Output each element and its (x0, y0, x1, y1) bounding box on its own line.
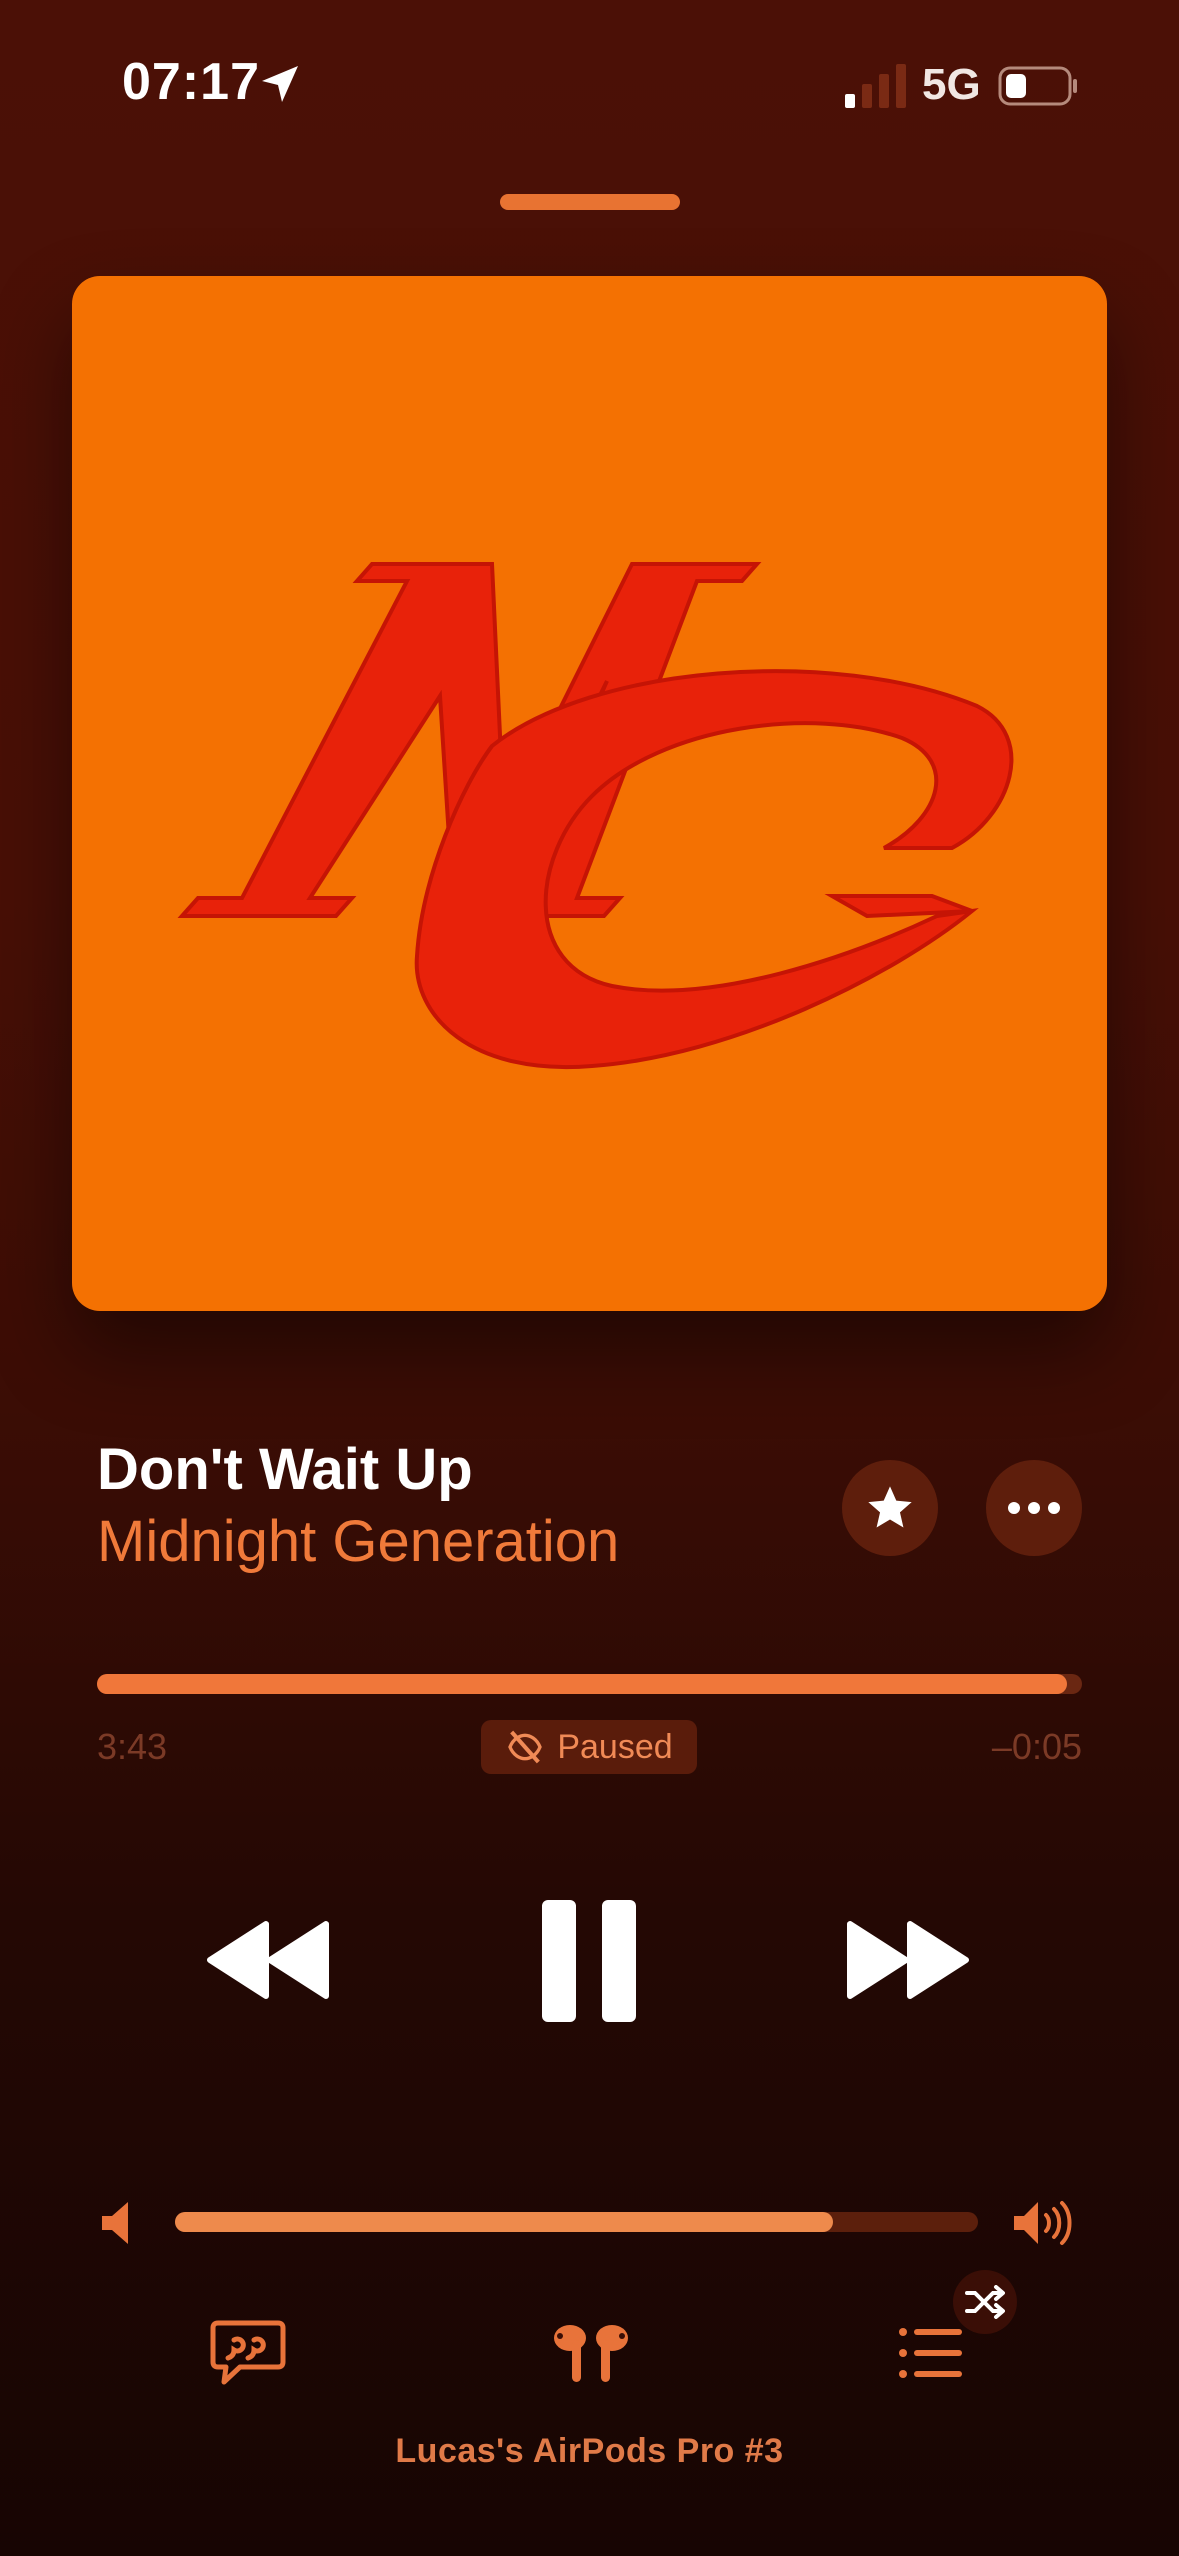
remaining-time: –0:05 (991, 1726, 1082, 1767)
favorite-button[interactable] (842, 1460, 938, 1556)
cellular-signal-icon (845, 64, 906, 108)
battery-low-icon (998, 66, 1077, 106)
star-icon (868, 1486, 912, 1528)
fast-forward-icon[interactable] (846, 1920, 970, 2000)
volume-high-icon (1014, 2201, 1072, 2245)
queue-list-icon[interactable] (898, 2326, 964, 2380)
shuffle-badge[interactable] (953, 2270, 1017, 2334)
lyrics-quote-icon[interactable] (210, 2320, 286, 2386)
shuffle-icon (965, 2285, 1005, 2319)
rewind-icon[interactable] (206, 1920, 330, 2000)
network-type: 5G (922, 60, 981, 109)
more-options-button[interactable] (986, 1460, 1082, 1556)
volume-low-icon (102, 2202, 128, 2244)
mg-monogram-logo (177, 562, 1014, 1070)
location-arrow-icon (262, 66, 298, 102)
track-artist[interactable]: Midnight Generation (97, 1508, 619, 1575)
sheet-grabber[interactable] (500, 194, 680, 210)
paused-no-audio-icon (508, 1730, 543, 1764)
playback-status-badge: Paused (481, 1720, 697, 1774)
playback-progress-fill (97, 1674, 1068, 1694)
status-label: Paused (557, 1727, 673, 1766)
volume-level-fill (175, 2212, 834, 2232)
ellipsis-icon (1008, 1502, 1060, 1514)
pause-icon[interactable] (542, 1900, 636, 2022)
elapsed-time: 3:43 (97, 1726, 168, 1767)
airpods-icon[interactable] (546, 2322, 636, 2384)
output-device-label[interactable]: Lucas's AirPods Pro #3 (0, 2432, 1179, 2471)
album-artwork (72, 276, 1107, 1311)
status-time: 07:17 (122, 53, 260, 111)
track-title: Don't Wait Up (97, 1437, 473, 1502)
